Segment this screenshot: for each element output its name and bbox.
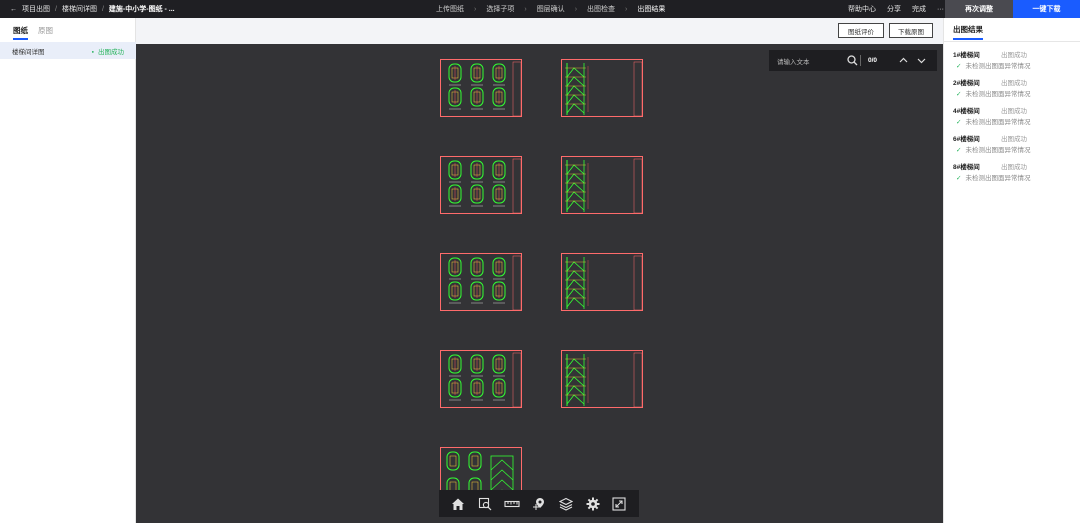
drawing-sheet-plan[interactable]: [440, 156, 522, 214]
download-all-button[interactable]: 一键下载: [1013, 0, 1080, 18]
download-original-button[interactable]: 下载原图: [889, 23, 933, 38]
location-pin-icon[interactable]: [531, 496, 547, 512]
fullscreen-icon[interactable]: [611, 496, 627, 512]
result-item[interactable]: 4#楼梯间 出图成功 ✓ 未检测出图面异常情况: [953, 105, 1078, 126]
result-item-status: 出图成功: [1001, 164, 1027, 171]
breadcrumb-separator: /: [101, 5, 104, 13]
check-icon: ✓: [956, 119, 962, 126]
more-icon[interactable]: ···: [937, 6, 944, 13]
step-layer-confirm: 图层确认: [536, 6, 565, 13]
drawing-sheet-plan[interactable]: [440, 350, 522, 408]
result-item-status: 出图成功: [1001, 136, 1027, 143]
check-icon: ✓: [956, 91, 962, 98]
left-tabs: 图纸 原图: [0, 18, 135, 40]
zoom-window-icon[interactable]: [477, 496, 493, 512]
help-center-link[interactable]: 帮助中心: [848, 4, 876, 14]
chevron-right-icon: ›: [474, 5, 477, 13]
breadcrumb-item-stair-detail[interactable]: 楼梯间详图: [62, 4, 97, 14]
breadcrumb-separator: /: [55, 5, 57, 13]
result-item-name: 6#楼梯间: [953, 136, 980, 143]
settings-gear-icon[interactable]: [585, 496, 601, 512]
result-item-detail: 未检测出图面异常情况: [965, 91, 1031, 98]
done-link[interactable]: 完成: [912, 4, 926, 14]
drawing-sheet-plan[interactable]: [440, 253, 522, 311]
check-icon: ✓: [956, 63, 962, 70]
search-icon[interactable]: [847, 55, 858, 68]
step-check: 出图检查: [587, 6, 616, 13]
result-panel: 出图结果 1#楼梯间 出图成功 ✓ 未检测出图面异常情况 2#楼梯间 出图成功 ✓ 未检…: [943, 18, 1080, 523]
text-search-bar: 请输入文本 0/0: [769, 50, 937, 71]
result-item-name: 1#楼梯间: [953, 52, 980, 59]
tab-original[interactable]: 原图: [38, 25, 53, 40]
result-item-detail: 未检测出图面异常情况: [965, 175, 1031, 182]
chevron-right-icon: ›: [574, 5, 578, 13]
readjust-button[interactable]: 再次调整: [945, 0, 1013, 18]
step-upload: 上传图纸: [436, 6, 464, 13]
measure-ruler-icon[interactable]: [504, 496, 520, 512]
search-input[interactable]: 请输入文本: [777, 56, 847, 66]
share-link[interactable]: 分享: [887, 4, 901, 14]
result-item[interactable]: 6#楼梯间 出图成功 ✓ 未检测出图面异常情况: [953, 133, 1078, 154]
home-icon[interactable]: [450, 496, 466, 512]
arrow-left-icon[interactable]: ←: [10, 6, 17, 13]
chevron-down-icon[interactable]: [916, 55, 927, 68]
chevron-right-icon: ›: [625, 5, 628, 13]
breadcrumb-item-project[interactable]: 项目出图: [22, 4, 50, 14]
step-select-subitem: 选择子项: [486, 6, 515, 13]
result-item-detail: 未检测出图面异常情况: [965, 63, 1031, 70]
status-badge: 出图成功: [92, 46, 124, 56]
chevron-right-icon: ›: [524, 5, 527, 13]
chevron-up-icon[interactable]: [898, 55, 909, 68]
left-panel: 图纸 原图 楼梯间详图 出图成功: [0, 18, 136, 523]
result-panel-title: 出图结果: [944, 18, 1080, 42]
list-item-label: 楼梯间详图: [12, 48, 45, 56]
result-item-status: 出图成功: [1001, 80, 1027, 87]
result-item-status: 出图成功: [1001, 108, 1027, 115]
drawing-sheet-section[interactable]: [561, 59, 643, 117]
progress-steps: 上传图纸 › 选择子项 › 图层确认 › 出图检查 › 出图结果: [436, 0, 665, 18]
result-item-name: 8#楼梯间: [953, 164, 980, 171]
drawing-canvas[interactable]: 请输入文本 0/0: [136, 44, 943, 523]
drawing-sheet-plan[interactable]: [440, 59, 522, 117]
result-item[interactable]: 2#楼梯间 出图成功 ✓ 未检测出图面异常情况: [953, 77, 1078, 98]
top-bar: ← 项目出图 / 楼梯间详图 / 建施-中小学-图纸 - ... 上传图纸 › …: [0, 0, 1080, 18]
drawing-sheet-section[interactable]: [561, 253, 643, 311]
layers-icon[interactable]: [558, 496, 574, 512]
divider: [860, 55, 861, 66]
result-item-detail: 未检测出图面异常情况: [965, 147, 1031, 154]
breadcrumb-item-current: 建施-中小学-图纸 - ...: [108, 6, 175, 13]
drawing-sheet-section[interactable]: [561, 350, 643, 408]
tab-drawings[interactable]: 图纸: [13, 25, 28, 40]
result-item-status: 出图成功: [1001, 52, 1027, 59]
evaluate-drawing-button[interactable]: 图纸评价: [838, 23, 884, 38]
viewer-bottom-tools: [439, 490, 639, 517]
breadcrumb: ← 项目出图 / 楼梯间详图 / 建施-中小学-图纸 - ...: [10, 0, 175, 18]
list-item-stair-detail[interactable]: 楼梯间详图 出图成功: [0, 42, 136, 59]
check-icon: ✓: [956, 147, 962, 154]
viewer-toolbar: 图纸评价 下载原图: [136, 18, 943, 44]
drawing-sheet-section[interactable]: [561, 156, 643, 214]
result-item[interactable]: 8#楼梯间 出图成功 ✓ 未检测出图面异常情况: [953, 161, 1078, 182]
result-item-name: 4#楼梯间: [953, 108, 980, 115]
result-item[interactable]: 1#楼梯间 出图成功 ✓ 未检测出图面异常情况: [953, 49, 1078, 70]
result-item-name: 2#楼梯间: [953, 80, 980, 87]
step-result: 出图结果: [637, 6, 666, 13]
top-right-actions: 帮助中心 分享 完成 ···: [848, 0, 944, 18]
result-panel-title-text: 出图结果: [953, 24, 983, 40]
search-result-count: 0/0: [868, 57, 878, 64]
check-icon: ✓: [956, 175, 962, 182]
result-item-detail: 未检测出图面异常情况: [965, 119, 1031, 126]
